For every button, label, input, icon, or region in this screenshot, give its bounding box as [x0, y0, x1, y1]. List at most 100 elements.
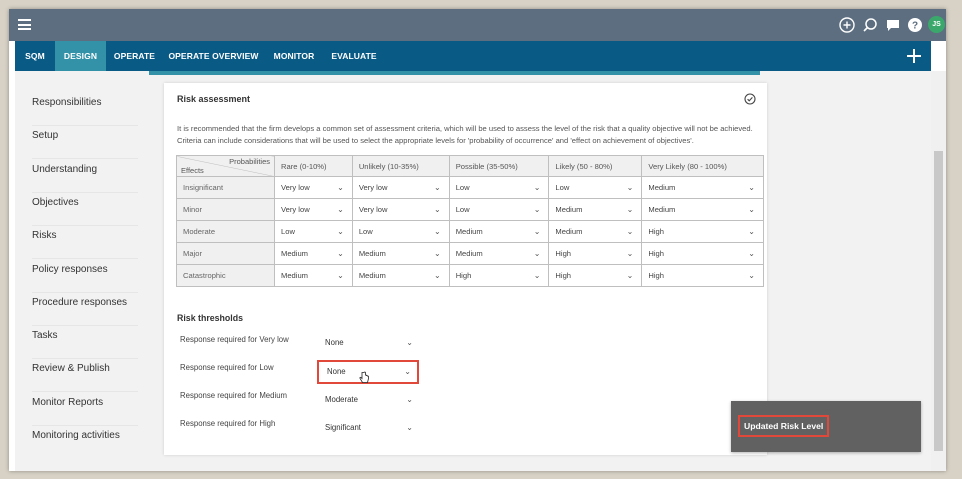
top-bar: ? JS	[9, 9, 946, 41]
risk-level-select[interactable]: Medium ⌄	[641, 176, 764, 199]
table-row: Minor Very low ⌄ Very low ⌄ Low ⌄ Medium ⌄ M…	[176, 198, 764, 221]
sidebar-item-responsibilities[interactable]: Responsibilities	[32, 94, 138, 126]
chevron-down-icon: ⌄	[626, 183, 634, 192]
chevron-down-icon: ⌄	[434, 271, 441, 280]
chevron-down-icon: ⌄	[337, 249, 344, 258]
chevron-down-icon: ⌄	[533, 249, 541, 258]
chevron-down-icon: ⌄	[337, 183, 344, 192]
row-header: Insignificant	[176, 176, 275, 199]
corner-probabilities-label: Probabilities	[229, 157, 270, 166]
add-icon[interactable]	[905, 47, 923, 65]
risk-level-select[interactable]: Medium ⌄	[641, 198, 764, 221]
sidebar-item-understanding[interactable]: Understanding	[32, 161, 138, 193]
tab-monitor[interactable]: MONITOR	[264, 41, 324, 71]
risk-level-value: High	[648, 249, 664, 258]
risk-level-value: Medium	[555, 227, 583, 236]
app-window: ? JS SQM DESIGN OPERATE OPERATE OVERVIEW…	[9, 9, 946, 471]
threshold-select-high[interactable]: Significant ⌄	[317, 417, 419, 439]
menu-icon[interactable]	[18, 19, 31, 30]
risk-level-select[interactable]: Medium ⌄	[274, 264, 353, 287]
risk-level-value: Medium	[455, 249, 483, 258]
search-icon[interactable]	[861, 16, 878, 33]
risk-level-select[interactable]: Very low ⌄	[274, 198, 353, 221]
threshold-select-medium[interactable]: Moderate ⌄	[317, 389, 419, 411]
tab-operate-overview[interactable]: OPERATE OVERVIEW	[163, 41, 264, 71]
sidebar-item-procedure-responses[interactable]: Procedure responses	[32, 294, 138, 326]
svg-text:?: ?	[911, 20, 917, 31]
risk-level-select[interactable]: High ⌄	[448, 264, 550, 287]
chevron-down-icon: ⌄	[404, 367, 411, 376]
sidebar-item-objectives[interactable]: Objectives	[32, 194, 138, 226]
add-circle-icon[interactable]	[838, 16, 855, 33]
column-header: Unlikely (10-35%)	[351, 155, 450, 177]
card-description: It is recommended that the firm develops…	[177, 124, 753, 145]
risk-level-value: Medium	[648, 183, 676, 192]
risk-level-select[interactable]: Medium ⌄	[448, 242, 550, 265]
scrollbar-thumb[interactable]	[934, 151, 943, 451]
risk-level-select[interactable]: Medium ⌄	[351, 264, 450, 287]
table-row: Catastrophic Medium ⌄ Medium ⌄ High ⌄ High ⌄…	[176, 264, 764, 287]
risk-level-value: Medium	[555, 205, 583, 214]
sidebar-item-monitor-reports[interactable]: Monitor Reports	[32, 394, 138, 426]
sidebar-item-risks[interactable]: Risks	[32, 227, 138, 259]
risk-level-select[interactable]: Low ⌄	[448, 176, 550, 199]
chevron-down-icon: ⌄	[533, 183, 541, 192]
sidebar-item-review-publish[interactable]: Review & Publish	[32, 360, 138, 392]
risk-level-select[interactable]: Medium ⌄	[548, 220, 643, 243]
toast-text: Updated Risk Level	[738, 415, 830, 437]
risk-level-select[interactable]: High ⌄	[641, 220, 764, 243]
risk-level-value: Very low	[358, 183, 388, 192]
matrix-corner: Probabilities Effects	[176, 155, 275, 177]
chevron-down-icon: ⌄	[434, 183, 441, 192]
sidebar: Responsibilities Setup Understanding Obj…	[15, 71, 144, 471]
check-circle-icon[interactable]	[744, 92, 756, 105]
chevron-down-icon: ⌄	[626, 271, 634, 280]
risk-level-select[interactable]: High ⌄	[548, 264, 643, 287]
risk-level-select[interactable]: Low ⌄	[351, 220, 450, 243]
risk-level-select[interactable]: Low ⌄	[274, 220, 353, 243]
tab-sqm[interactable]: SQM	[15, 41, 55, 71]
risk-level-select[interactable]: Very low ⌄	[351, 176, 450, 199]
chevron-down-icon: ⌄	[406, 423, 413, 432]
sidebar-item-policy-responses[interactable]: Policy responses	[32, 261, 138, 293]
scrollbar[interactable]	[931, 71, 946, 471]
threshold-label-very-low: Response required for Very low	[180, 335, 289, 344]
chevron-down-icon: ⌄	[626, 205, 634, 214]
risk-level-select[interactable]: Medium ⌄	[548, 198, 643, 221]
tab-design[interactable]: DESIGN	[55, 41, 106, 71]
risk-level-value: High	[648, 227, 664, 236]
help-icon[interactable]: ?	[906, 16, 923, 33]
sidebar-item-monitoring-activities[interactable]: Monitoring activities	[32, 427, 138, 459]
chevron-down-icon: ⌄	[748, 271, 755, 280]
risk-level-value: Low	[555, 183, 570, 192]
chevron-down-icon: ⌄	[337, 205, 344, 214]
chevron-down-icon: ⌄	[434, 249, 441, 258]
main-nav: SQM DESIGN OPERATE OPERATE OVERVIEW MONI…	[15, 41, 931, 71]
risk-level-select[interactable]: Medium ⌄	[351, 242, 450, 265]
threshold-select-very-low[interactable]: None ⌄	[317, 332, 419, 354]
risk-assessment-card: Risk assessment It is recommended that t…	[164, 83, 767, 455]
risk-matrix: Probabilities Effects Rare (0-10%) Unlik…	[176, 155, 764, 287]
risk-level-select[interactable]: High ⌄	[641, 242, 764, 265]
tab-operate[interactable]: OPERATE	[106, 41, 163, 71]
row-header: Minor	[176, 198, 275, 221]
row-header: Moderate	[176, 220, 275, 243]
sidebar-item-tasks[interactable]: Tasks	[32, 327, 138, 359]
chevron-down-icon: ⌄	[748, 249, 755, 258]
avatar[interactable]: JS	[928, 16, 945, 33]
sidebar-item-setup[interactable]: Setup	[32, 127, 138, 159]
toast-notification: Updated Risk Level	[731, 401, 921, 452]
risk-level-select[interactable]: High ⌄	[548, 242, 643, 265]
risk-level-select[interactable]: Very low ⌄	[351, 198, 450, 221]
risk-level-select[interactable]: Low ⌄	[548, 176, 643, 199]
tab-evaluate[interactable]: EVALUATE	[324, 41, 384, 71]
risk-level-select[interactable]: High ⌄	[641, 264, 764, 287]
risk-level-select[interactable]: Very low ⌄	[274, 176, 353, 199]
risk-level-select[interactable]: Medium ⌄	[274, 242, 353, 265]
chevron-down-icon: ⌄	[748, 227, 755, 236]
chat-icon[interactable]	[884, 16, 901, 33]
risk-level-select[interactable]: Medium ⌄	[448, 220, 550, 243]
risk-level-value: Medium	[455, 227, 483, 236]
card-title: Risk assessment	[177, 94, 251, 104]
risk-level-select[interactable]: Low ⌄	[448, 198, 550, 221]
